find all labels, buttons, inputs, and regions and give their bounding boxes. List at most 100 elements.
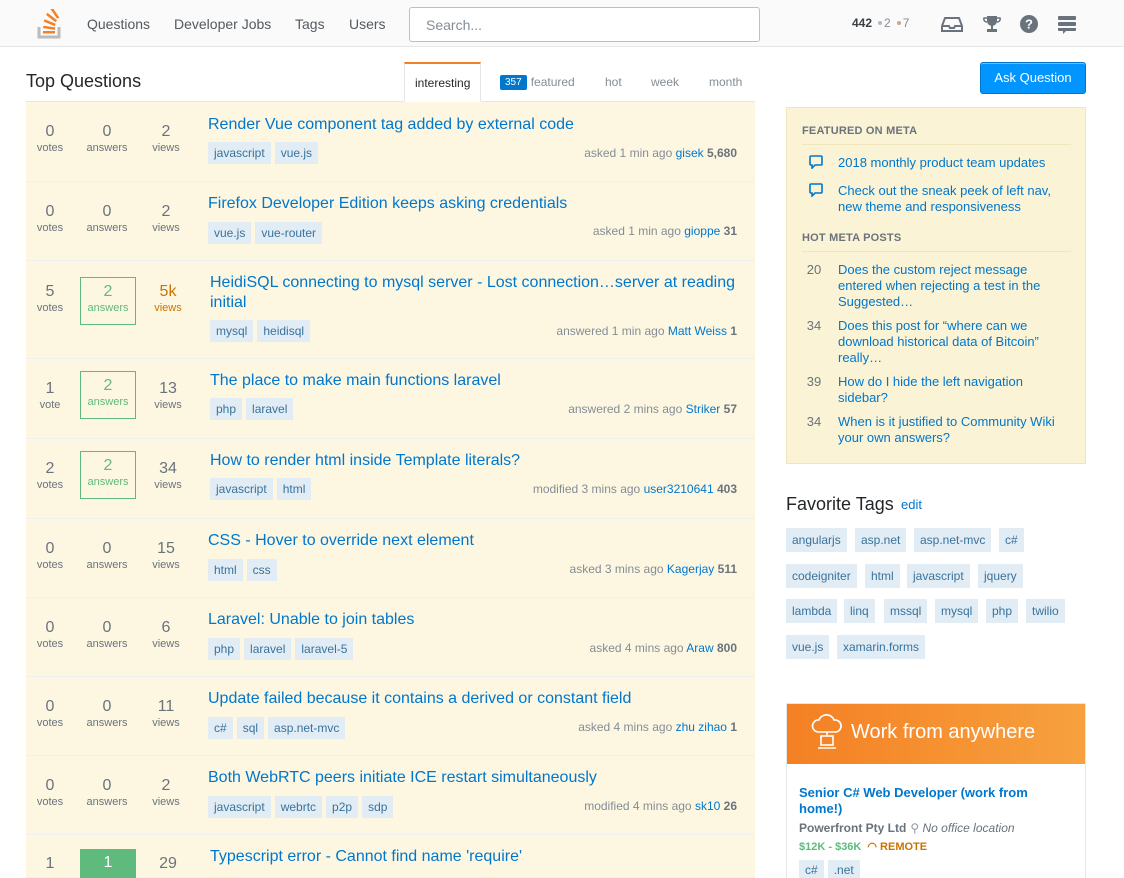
- user-link[interactable]: Matt Weiss: [668, 324, 727, 338]
- favorite-tag[interactable]: mssql: [884, 599, 928, 623]
- question-title-link[interactable]: How to render html inside Template liter…: [210, 451, 746, 471]
- tag-mysql[interactable]: mysql: [210, 320, 254, 342]
- tag-sdp[interactable]: sdp: [362, 796, 394, 818]
- featured-meta-link[interactable]: Check out the sneak peek of left nav, ne…: [838, 183, 1068, 215]
- job-tag[interactable]: c#: [799, 860, 824, 878]
- view-count: 13 views: [154, 380, 182, 411]
- meta-divider: [802, 144, 1071, 145]
- user-reputation[interactable]: 442 2 7: [852, 16, 909, 30]
- question-tags: php laravel laravel-5: [208, 638, 357, 660]
- favorite-tag[interactable]: twilio: [1026, 599, 1065, 623]
- hot-meta-post-link[interactable]: How do I hide the left navigation sideba…: [838, 374, 1068, 406]
- favorite-tag[interactable]: codeigniter: [786, 564, 857, 588]
- tab-month[interactable]: month: [709, 62, 742, 102]
- favorite-tag[interactable]: html: [865, 564, 900, 588]
- user-link[interactable]: sk10: [695, 799, 720, 813]
- user-link[interactable]: Striker: [686, 402, 721, 416]
- favorite-tag[interactable]: asp.net-mvc: [914, 528, 992, 552]
- vote-count: 1 vote: [39, 380, 61, 411]
- tag-heidisql[interactable]: heidisql: [257, 320, 311, 342]
- question-tags: mysql heidisql: [210, 320, 314, 342]
- question-title-link[interactable]: The place to make main functions laravel: [210, 371, 746, 391]
- favorite-tag[interactable]: linq: [844, 599, 875, 623]
- question-tags: php laravel: [210, 398, 297, 420]
- question-title-link[interactable]: Update failed because it contains a deri…: [208, 689, 744, 709]
- inbox-icon[interactable]: [941, 13, 963, 35]
- tag-vue-router[interactable]: vue-router: [255, 222, 323, 244]
- site-switcher-icon[interactable]: [1056, 13, 1078, 35]
- question-title-link[interactable]: Firefox Developer Edition keeps asking c…: [208, 194, 744, 214]
- user-link[interactable]: gisek: [676, 146, 704, 160]
- tag-php[interactable]: php: [210, 398, 243, 420]
- question-title-link[interactable]: CSS - Hover to override next element: [208, 531, 744, 551]
- nav-developer-jobs[interactable]: Developer Jobs: [174, 16, 271, 32]
- job-ad-card[interactable]: Work from anywhere Senior C# Web Develop…: [786, 703, 1086, 878]
- view-count: 2 views: [152, 203, 180, 234]
- tag-html[interactable]: html: [208, 559, 243, 581]
- job-remote-badge: ◠ REMOTE: [867, 841, 928, 853]
- tag-csharp[interactable]: c#: [208, 717, 233, 739]
- nav-users[interactable]: Users: [349, 16, 386, 32]
- stackoverflow-logo-icon[interactable]: [36, 9, 64, 39]
- favorite-tag[interactable]: asp.net: [855, 528, 907, 552]
- favorite-tag[interactable]: mysql: [935, 599, 979, 623]
- nav-questions[interactable]: Questions: [87, 16, 150, 32]
- search-input[interactable]: [409, 7, 760, 42]
- tag-html[interactable]: html: [276, 478, 312, 500]
- tab-interesting[interactable]: interesting: [404, 62, 482, 102]
- user-link[interactable]: zhu zihao: [676, 720, 727, 734]
- achievements-trophy-icon[interactable]: [981, 13, 1003, 35]
- job-tag[interactable]: .net: [827, 860, 860, 878]
- vote-count: 1: [45, 855, 55, 872]
- featured-meta-link[interactable]: 2018 monthly product team updates: [838, 155, 1068, 171]
- question-tags: html css: [208, 559, 281, 581]
- favorite-tag[interactable]: php: [986, 599, 1019, 623]
- ask-question-button[interactable]: Ask Question: [980, 62, 1086, 94]
- tag-asp-net-mvc[interactable]: asp.net-mvc: [268, 717, 346, 739]
- favorite-tag[interactable]: vue.js: [786, 635, 830, 659]
- tab-week[interactable]: week: [651, 62, 679, 102]
- tag-php[interactable]: php: [208, 638, 241, 660]
- hot-post-score: 34: [806, 318, 822, 333]
- user-link[interactable]: Kagerjay: [667, 562, 714, 576]
- question-title-link[interactable]: Laravel: Unable to join tables: [208, 610, 744, 630]
- hot-meta-post-link[interactable]: When is it justified to Community Wiki y…: [838, 414, 1068, 446]
- meta-sidebar-box: FEATURED ON META 2018 monthly product te…: [786, 107, 1086, 464]
- tab-featured[interactable]: 357 featured: [500, 62, 575, 102]
- tag-javascript[interactable]: javascript: [210, 478, 273, 500]
- favorite-tag[interactable]: javascript: [907, 564, 970, 588]
- favorite-tag[interactable]: c#: [999, 528, 1024, 552]
- question-title-link[interactable]: Typescript error - Cannot find name 'req…: [210, 847, 746, 867]
- nav-tags[interactable]: Tags: [295, 16, 325, 32]
- tag-laravel[interactable]: laravel: [244, 638, 292, 660]
- favorite-tag[interactable]: jquery: [978, 564, 1023, 588]
- tag-p2p[interactable]: p2p: [326, 796, 359, 818]
- tag-vue-js[interactable]: vue.js: [274, 142, 319, 164]
- favorite-tag[interactable]: lambda: [786, 599, 838, 623]
- tag-javascript[interactable]: javascript: [208, 796, 271, 818]
- favorite-tag[interactable]: xamarin.forms: [837, 635, 926, 659]
- tab-hot[interactable]: hot: [605, 62, 622, 102]
- favorite-tags-edit-link[interactable]: edit: [901, 497, 922, 512]
- hot-meta-post-link[interactable]: Does the custom reject message entered w…: [838, 262, 1068, 310]
- user-link[interactable]: Araw: [686, 641, 713, 655]
- hot-meta-post-link[interactable]: Does this post for “where can we downloa…: [838, 318, 1068, 366]
- answer-count: 0 answers: [86, 619, 128, 650]
- tag-laravel[interactable]: laravel: [246, 398, 294, 420]
- question-title-link[interactable]: Render Vue component tag added by extern…: [208, 115, 744, 135]
- tag-laravel-5[interactable]: laravel-5: [295, 638, 354, 660]
- job-company: Powerfront Pty Ltd ⚲ No office location: [799, 821, 1015, 835]
- tag-javascript[interactable]: javascript: [208, 142, 271, 164]
- tag-sql[interactable]: sql: [236, 717, 265, 739]
- user-link[interactable]: user3210641: [644, 482, 714, 496]
- tag-webrtc[interactable]: webrtc: [274, 796, 323, 818]
- answer-count: 0 answers: [86, 203, 128, 234]
- help-icon[interactable]: ?: [1018, 13, 1040, 35]
- question-title-link[interactable]: Both WebRTC peers initiate ICE restart s…: [208, 768, 744, 788]
- question-title-link[interactable]: HeidiSQL connecting to mysql server - Lo…: [210, 273, 746, 313]
- tag-css[interactable]: css: [246, 559, 277, 581]
- favorite-tag[interactable]: angularjs: [786, 528, 847, 552]
- tag-vue-js[interactable]: vue.js: [208, 222, 252, 244]
- job-title-link[interactable]: Senior C# Web Developer (work from home!…: [799, 785, 1069, 817]
- user-link[interactable]: gioppe: [684, 224, 720, 238]
